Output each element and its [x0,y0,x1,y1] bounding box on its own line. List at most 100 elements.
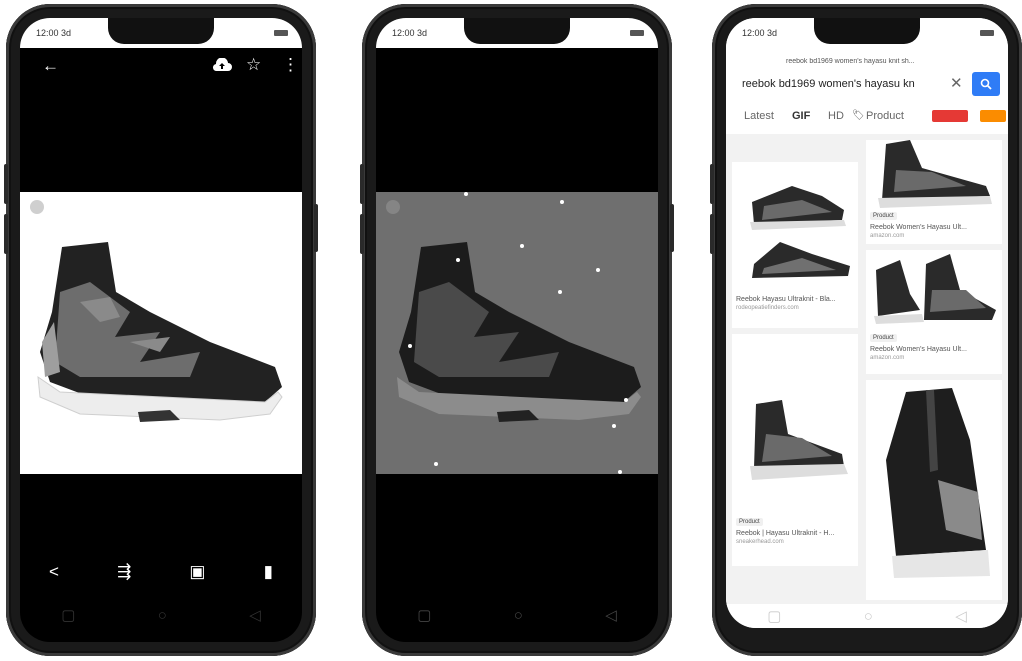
status-time: 12:00 3d [36,28,72,38]
result-caption: Reebok | Hayasu Ultraknit - H... sneaker… [736,530,856,545]
scan-dot [464,192,468,196]
recents-icon[interactable]: ▢ [61,606,75,624]
notch [814,18,920,44]
result-source: amazon.com [870,355,905,361]
back-icon[interactable]: ◁ [605,606,617,624]
results-grid: Reebok Hayasu Ultraknit - Bla... rodeope… [726,134,1008,604]
scan-dot [596,268,600,272]
lens-icon[interactable]: ▣ [189,562,205,582]
delete-icon[interactable]: ▮ [264,562,273,582]
action-bar: < ⇶ ▣ ▮ [20,562,302,582]
close-circle-icon[interactable] [30,200,44,214]
back-arrow-icon[interactable]: ← [42,56,59,76]
result-title: Reebok Women's Hayasu Ult... [870,346,967,353]
cloud-upload-icon[interactable] [212,57,232,77]
chip-latest[interactable]: Latest [744,110,774,122]
home-icon[interactable]: ○ [514,607,523,624]
scanning-image [376,192,658,474]
shoe-image [20,192,302,474]
battery-icon [630,30,644,36]
sneaker-illustration [37,242,283,422]
search-input[interactable]: reebok bd1969 women's hayasu kn [742,78,932,90]
result-thumbnail [750,400,848,480]
chip-gif[interactable]: GIF [792,110,810,122]
back-icon[interactable]: ◁ [955,607,967,625]
volume-button [710,214,714,254]
scan-dot [520,244,524,248]
chip-hd[interactable]: HD [828,110,844,122]
result-source: amazon.com [870,233,905,239]
volume-button [360,164,364,204]
search-button[interactable] [972,72,1000,96]
color-chip-orange[interactable] [980,110,1006,122]
result-card[interactable]: Product Reebok | Hayasu Ultraknit - H...… [732,334,858,566]
scan-dot [408,344,412,348]
system-nav-bar: ▢ ○ ◁ [376,606,658,625]
tag-icon: 🏷 [852,110,865,121]
battery-icon [980,30,994,36]
page-title: reebok bd1969 women's hayasu knit sh... [786,58,915,65]
volume-button [360,214,364,254]
chip-product[interactable]: Product [866,110,904,122]
power-button [314,204,318,252]
product-tag: Product [736,518,763,526]
result-title: Reebok Women's Hayasu Ult... [870,224,967,231]
color-chip-red[interactable] [932,110,968,122]
result-card[interactable]: Product Reebok Women's Hayasu Ult... ama… [866,140,1002,244]
scan-dot [558,290,562,294]
product-tag: Product [870,334,897,342]
result-thumbnail [878,140,992,208]
star-icon[interactable]: ☆ [246,55,261,75]
volume-button [4,214,8,254]
recents-icon[interactable]: ▢ [767,607,781,625]
screen: 12:00 3d ▢ ○ ◁ [376,18,658,642]
volume-button [710,164,714,204]
scan-dot [612,424,616,428]
result-card[interactable] [866,380,1002,600]
result-caption: Reebok Women's Hayasu Ult... amazon.com [870,224,998,239]
adjust-icon[interactable]: ⇶ [117,562,131,582]
phone-2: 12:00 3d ▢ ○ ◁ [360,4,674,656]
phone-1: 12:00 3d ← ☆ ⋮ < ⇶ ▣ ▮ ▢ ○ ◁ [4,4,318,656]
screen: 12:00 3d reebok bd1969 women's hayasu kn… [726,18,1008,628]
sneaker-illustration [397,242,641,422]
search-icon [980,78,992,90]
result-thumbnail [886,388,990,578]
system-nav-bar: ▢ ○ ◁ [20,606,302,625]
power-button [670,204,674,252]
result-caption: Reebok Hayasu Ultraknit - Bla... rodeope… [736,296,856,311]
notch [464,18,570,44]
status-time: 12:00 3d [392,28,428,38]
result-source: sneakerhead.com [736,539,784,545]
recents-icon[interactable]: ▢ [417,606,431,624]
status-time: 12:00 3d [742,28,778,38]
result-title: Reebok | Hayasu Ultraknit - H... [736,530,835,537]
clear-icon[interactable]: ✕ [950,74,963,92]
scan-dot [560,200,564,204]
close-circle-icon[interactable] [386,200,400,214]
scan-dot [624,398,628,402]
search-bar: reebok bd1969 women's hayasu kn ✕ [736,72,1000,98]
product-tag: Product [870,212,897,220]
volume-button [4,164,8,204]
system-nav-bar: ▢ ○ ◁ [726,604,1008,628]
scan-dot [434,462,438,466]
filter-chips: Latest GIF HD 🏷 Product [736,108,1006,126]
result-thumbnail [750,186,850,278]
share-icon[interactable]: < [49,562,59,582]
battery-icon [274,30,288,36]
home-icon[interactable]: ○ [864,608,873,625]
notch [108,18,214,44]
top-toolbar: ← ☆ ⋮ [20,48,302,84]
phone-3: 12:00 3d reebok bd1969 women's hayasu kn… [710,4,1022,656]
result-source: rodeopeatiefinders.com [736,305,799,311]
scan-dot [456,258,460,262]
result-caption: Reebok Women's Hayasu Ult... amazon.com [870,346,998,361]
result-title: Reebok Hayasu Ultraknit - Bla... [736,296,836,303]
back-icon[interactable]: ◁ [249,606,261,624]
home-icon[interactable]: ○ [158,607,167,624]
more-vert-icon[interactable]: ⋮ [282,55,299,75]
result-card[interactable]: Reebok Hayasu Ultraknit - Bla... rodeope… [732,162,858,328]
screen: 12:00 3d ← ☆ ⋮ < ⇶ ▣ ▮ ▢ ○ ◁ [20,18,302,642]
result-card[interactable]: Product Reebok Women's Hayasu Ult... ama… [866,250,1002,374]
